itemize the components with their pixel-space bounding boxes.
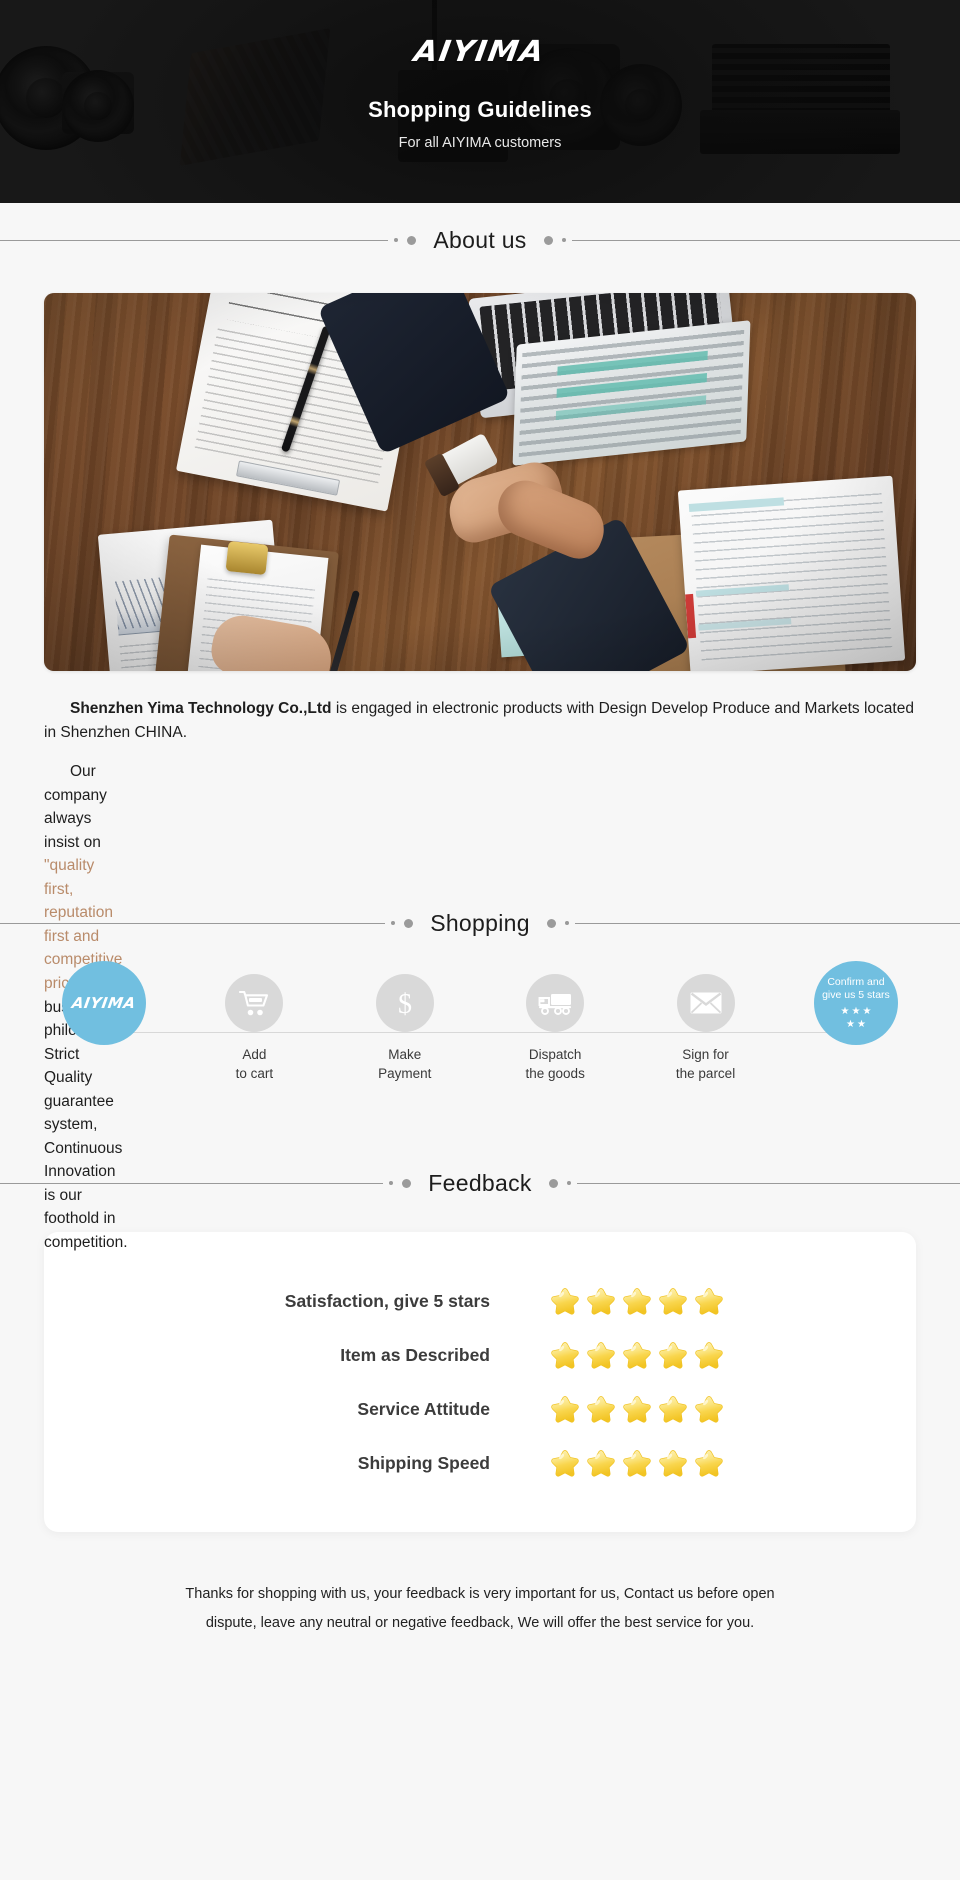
- small-dot-icon: [564, 921, 569, 926]
- star-icon: [659, 1341, 687, 1369]
- step-dispatch-goods[interactable]: Dispatch the goods: [495, 974, 615, 1083]
- feedback-row: Item as Described: [44, 1328, 916, 1382]
- star-icon: ★: [856, 1019, 866, 1031]
- star-icon: ★: [840, 1006, 850, 1018]
- large-dot-icon: [548, 1178, 558, 1188]
- step-add-to-cart[interactable]: Add to cart: [194, 974, 314, 1083]
- section-title: About us: [433, 226, 527, 253]
- feedback-stars[interactable]: [550, 1341, 770, 1370]
- footer-line-1: Thanks for shopping with us, your feedba…: [185, 1586, 775, 1603]
- star-icon: [551, 1287, 579, 1315]
- section-header-about: About us: [0, 217, 960, 263]
- section-title: Feedback: [428, 1169, 532, 1196]
- banner-subtitle: For all AIYIMA customers: [398, 135, 562, 151]
- step-sign-parcel[interactable]: Sign for the parcel: [646, 974, 766, 1083]
- feedback-row: Service Attitude: [44, 1382, 916, 1436]
- divider-left: [0, 1183, 400, 1185]
- about-paragraph-1: Shenzhen Yima Technology Co.,Ltd is enga…: [44, 697, 916, 744]
- step-label: Add to cart: [235, 1047, 274, 1082]
- feedback-row: Shipping Speed: [44, 1436, 916, 1490]
- star-icon: [623, 1449, 651, 1477]
- star-icon: [695, 1287, 723, 1315]
- feedback-label: Shipping Speed: [357, 1452, 490, 1473]
- star-icon: ★: [862, 1006, 872, 1018]
- star-icon: [659, 1395, 687, 1423]
- small-dot-icon: [389, 1181, 394, 1186]
- stars-row-bottom: ★ ★: [846, 1020, 866, 1030]
- large-dot-icon: [543, 235, 553, 245]
- large-dot-icon: [402, 1178, 412, 1188]
- brand-logo: AIYIMA: [412, 34, 548, 68]
- small-dot-icon: [391, 921, 396, 926]
- footer-note: Thanks for shopping with us, your feedba…: [70, 1580, 890, 1638]
- star-icon: ★: [845, 1019, 855, 1031]
- step-make-payment[interactable]: $ Make Payment: [345, 974, 465, 1083]
- large-dot-icon: [546, 918, 556, 928]
- delivery-truck-icon: [526, 974, 585, 1033]
- star-icon: [623, 1287, 651, 1315]
- feedback-stars[interactable]: [550, 1449, 770, 1478]
- divider-left: [0, 923, 400, 925]
- about-description: Shenzhen Yima Technology Co.,Ltd is enga…: [44, 697, 916, 1251]
- large-dot-icon: [407, 235, 417, 245]
- star-icon: [659, 1287, 687, 1315]
- divider-left: [0, 240, 400, 241]
- about-paragraph-2: Our company always insist on "quality fi…: [44, 760, 128, 1251]
- feedback-label: Item as Described: [340, 1344, 490, 1365]
- star-icon: [623, 1395, 651, 1423]
- svg-text:$: $: [398, 989, 412, 1018]
- step-confirm-five-stars[interactable]: Confirm and give us 5 stars ★ ★ ★ ★ ★: [796, 961, 916, 1046]
- feedback-card: Satisfaction, give 5 stars Item as Descr…: [44, 1232, 916, 1533]
- star-icon: [659, 1449, 687, 1477]
- divider-right: [560, 923, 960, 925]
- banner-title: Shopping Guidelines: [368, 97, 592, 122]
- divider-right: [560, 1183, 960, 1185]
- section-title: Shopping: [430, 909, 530, 936]
- company-name: Shenzhen Yima Technology Co.,Ltd: [70, 700, 332, 717]
- step-label: Sign for the parcel: [675, 1047, 736, 1082]
- photo-vignette: [44, 293, 916, 671]
- star-icon: [551, 1395, 579, 1423]
- footer-line-2: dispute, leave any neutral or negative f…: [205, 1615, 755, 1632]
- step-label: Make Payment: [378, 1047, 432, 1082]
- step-brand: AIYIMA: [44, 961, 164, 1046]
- stars-row-top: ★ ★ ★: [841, 1007, 872, 1017]
- feedback-stars[interactable]: [550, 1395, 770, 1424]
- five-stars-icon: Confirm and give us 5 stars ★ ★ ★ ★ ★: [813, 961, 898, 1046]
- small-dot-icon: [394, 238, 399, 242]
- star-icon: [587, 1449, 615, 1477]
- small-dot-icon: [561, 238, 566, 242]
- star-icon: [695, 1449, 723, 1477]
- star-icon: [587, 1341, 615, 1369]
- section-header-feedback: Feedback: [0, 1160, 960, 1206]
- star-icon: ★: [851, 1006, 861, 1018]
- divider-right: [560, 240, 960, 241]
- star-icon: [695, 1341, 723, 1369]
- star-icon: [587, 1287, 615, 1315]
- step-label: Dispatch the goods: [525, 1047, 585, 1082]
- feedback-label: Service Attitude: [357, 1398, 490, 1419]
- about-hero-photo: [44, 293, 916, 671]
- star-icon: [623, 1341, 651, 1369]
- envelope-icon: [676, 974, 735, 1033]
- shopping-guidelines-page: AIYIMA Shopping Guidelines For all AIYIM…: [0, 0, 960, 1880]
- star-icon: [587, 1395, 615, 1423]
- aiyima-logo-icon: AIYIMA: [62, 961, 146, 1046]
- feedback-label: Satisfaction, give 5 stars: [284, 1290, 490, 1311]
- shopping-steps: AIYIMA Add to cart $ Make Payment Dispat…: [0, 961, 960, 1134]
- small-dot-icon: [566, 1181, 571, 1186]
- large-dot-icon: [404, 918, 414, 928]
- star-icon: [551, 1449, 579, 1477]
- star-icon: [551, 1341, 579, 1369]
- feedback-row: Satisfaction, give 5 stars: [44, 1274, 916, 1328]
- hero-banner: AIYIMA Shopping Guidelines For all AIYIM…: [0, 0, 960, 203]
- shopping-cart-icon: [225, 974, 284, 1033]
- section-header-shopping: Shopping: [0, 900, 960, 946]
- dollar-sign-icon: $: [375, 974, 434, 1033]
- feedback-stars[interactable]: [550, 1287, 770, 1316]
- philosophy-before: Our company always insist on: [44, 763, 107, 851]
- star-icon: [695, 1395, 723, 1423]
